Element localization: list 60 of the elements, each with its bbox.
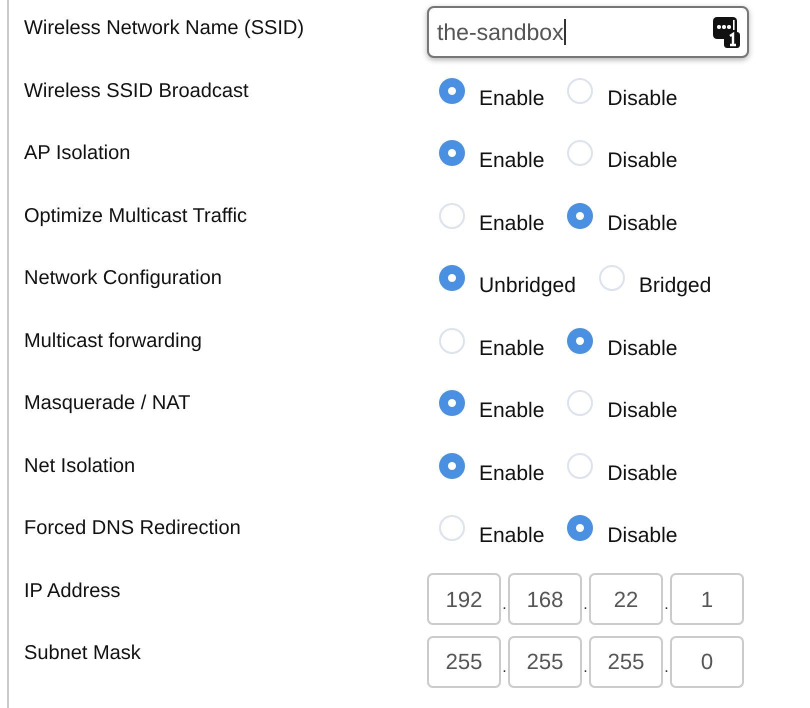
radio-button[interactable] [598, 265, 625, 291]
radio-button[interactable] [567, 328, 594, 354]
radio-button[interactable] [567, 78, 594, 104]
password-manager-icon [711, 15, 741, 49]
radio-button[interactable] [567, 515, 594, 541]
octet-input-field[interactable]: 22 [589, 573, 663, 625]
setting-label: Optimize Multicast Traffic [24, 204, 248, 226]
setting-label: Multicast forwarding [24, 330, 202, 352]
option-label: Disable [607, 399, 678, 424]
option-label: Enable [479, 399, 544, 424]
setting-label: Subnet Mask [24, 642, 141, 664]
separator-dot: . [582, 658, 589, 678]
radio-button[interactable] [567, 452, 594, 478]
octet-input-field[interactable]: 192 [427, 573, 501, 625]
setting-label: IP Address [24, 580, 120, 602]
option-label: Enable [479, 86, 544, 112]
radio-button[interactable] [439, 515, 465, 541]
option-label: Disable [607, 462, 678, 486]
option-label: Bridged [638, 274, 712, 299]
setting-label: AP Isolation [24, 142, 130, 164]
setting-label: Wireless SSID Broadcast [24, 80, 249, 102]
octet-input-field[interactable]: 1 [670, 573, 744, 625]
radio-button[interactable] [439, 390, 465, 416]
radio-button[interactable] [567, 202, 594, 228]
setting-label: Forced DNS Redirection [24, 517, 241, 539]
radio-button[interactable] [439, 328, 465, 354]
separator-dot: . [663, 658, 670, 678]
octet-input-field[interactable]: 168 [508, 573, 582, 625]
setting-label: Net Isolation [24, 454, 136, 476]
radio-button[interactable] [439, 452, 465, 478]
input-value: the-sandbox [437, 20, 564, 44]
radio-button[interactable] [439, 202, 465, 228]
octet-input-field[interactable]: 255 [427, 636, 501, 688]
option-label: Disable [607, 524, 678, 549]
separator-dot: . [582, 595, 589, 615]
setting-label: Masquerade / NAT [24, 392, 190, 414]
setting-label: Network Configuration [24, 267, 222, 289]
option-label: Unbridged [479, 274, 576, 299]
radio-button[interactable] [439, 78, 465, 104]
separator-dot: . [501, 658, 508, 678]
option-label: Disable [607, 336, 678, 362]
option-label: Enable [479, 524, 544, 549]
octet-input-field[interactable]: 0 [670, 636, 744, 688]
option-label: Disable [607, 86, 678, 112]
radio-button[interactable] [439, 265, 465, 291]
separator-dot: . [663, 595, 670, 615]
radio-button[interactable] [567, 390, 594, 416]
option-label: Disable [607, 149, 678, 174]
setting-label: Wireless Network Name (SSID) [24, 17, 304, 39]
option-label: Enable [479, 149, 544, 174]
separator-dot: . [501, 595, 508, 615]
option-label: Enable [479, 462, 544, 486]
radio-button[interactable] [439, 140, 465, 166]
option-label: Enable [479, 336, 544, 362]
octet-input-field[interactable]: 255 [508, 636, 582, 688]
option-label: Enable [479, 212, 544, 236]
octet-input-field[interactable]: 255 [589, 636, 663, 688]
ssid-input-field[interactable]: the-sandbox [427, 6, 749, 58]
radio-button[interactable] [567, 140, 594, 166]
option-label: Disable [607, 212, 678, 236]
